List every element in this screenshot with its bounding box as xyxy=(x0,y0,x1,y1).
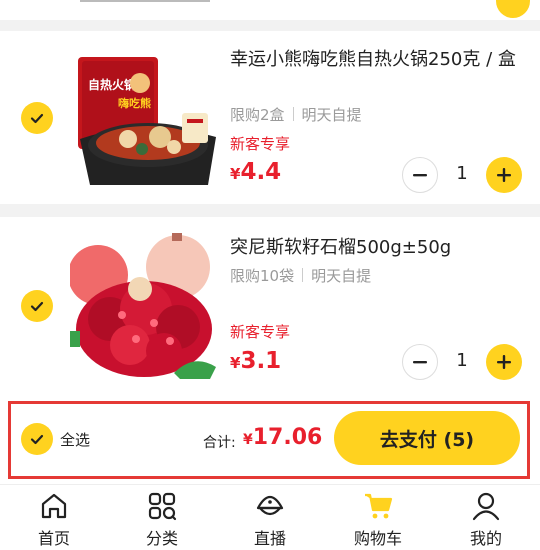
plus-icon xyxy=(497,168,511,182)
hotpot-box-text-1: 自热火锅 xyxy=(88,77,136,92)
select-all-checkbox[interactable] xyxy=(21,423,53,455)
increase-quantity-button[interactable] xyxy=(486,344,522,380)
tab-label: 首页 xyxy=(37,529,70,548)
promo-badge: 新客专享 xyxy=(230,323,291,341)
minus-icon xyxy=(413,361,427,364)
minus-icon xyxy=(413,174,427,177)
price-value: 4.4 xyxy=(240,159,282,185)
delivery-label: 明天自提 xyxy=(301,106,362,124)
category-icon xyxy=(148,492,177,521)
home-icon xyxy=(41,493,67,519)
quantity-value: 1 xyxy=(456,350,468,371)
live-icon xyxy=(256,495,284,516)
tab-cart[interactable]: 购物车 xyxy=(324,485,432,550)
item-tags: 限购2盒 明天自提 xyxy=(230,104,362,125)
decrease-quantity-button[interactable] xyxy=(402,344,438,380)
currency-symbol: ¥ xyxy=(243,432,253,448)
previous-cart-item-partial xyxy=(0,0,540,20)
cart-icon xyxy=(365,493,393,519)
pay-button[interactable]: 去支付 (5) xyxy=(334,411,520,465)
purchase-limit-label: 限购2盒 xyxy=(230,106,285,124)
price-value: 3.1 xyxy=(240,348,282,374)
purchase-limit-label: 限购10袋 xyxy=(230,267,295,285)
increase-quantity-button[interactable] xyxy=(486,157,522,193)
total-label: 合计: xyxy=(203,435,236,451)
item-title[interactable]: 突尼斯软籽石榴500g±50g xyxy=(230,234,520,261)
tag-divider xyxy=(302,268,304,282)
item-price: ¥3.1 xyxy=(230,348,281,374)
tab-home[interactable]: 首页 xyxy=(0,485,108,550)
pomegranate-image[interactable] xyxy=(68,231,218,381)
quantity-stepper: 1 xyxy=(402,344,522,380)
item-select-checkbox[interactable] xyxy=(21,102,53,134)
cart-item: 突尼斯软籽石榴500g±50g 限购10袋 明天自提 新客专享 ¥3.1 1 xyxy=(0,217,540,399)
plus-icon xyxy=(497,355,511,369)
item-tags: 限购10袋 明天自提 xyxy=(230,265,371,286)
currency-symbol: ¥ xyxy=(230,165,241,183)
promo-badge: 新客专享 xyxy=(230,135,291,153)
quantity-value: 1 xyxy=(456,163,468,184)
delivery-label: 明天自提 xyxy=(311,267,372,285)
checkout-bar: 全选 合计: ¥17.06 去支付 (5) xyxy=(0,399,540,484)
decrease-quantity-button[interactable] xyxy=(402,157,438,193)
previous-item-plus-button-partial[interactable] xyxy=(496,0,530,18)
tab-label: 分类 xyxy=(145,529,178,548)
hotpot-box-text-2: 嗨吃熊 xyxy=(118,96,151,110)
item-price: ¥4.4 xyxy=(230,159,281,185)
total-value: 17.06 xyxy=(252,425,323,450)
select-all-label[interactable]: 全选 xyxy=(60,429,90,450)
checkmark-icon xyxy=(30,434,44,445)
bottom-tab-bar: 首页 分类 直播 购物车 我的 xyxy=(0,484,540,550)
profile-icon xyxy=(472,492,500,521)
item-title[interactable]: 幸运小熊嗨吃熊自热火锅250克 / 盒 xyxy=(230,46,520,73)
previous-item-image-edge xyxy=(80,0,210,2)
tab-label: 直播 xyxy=(253,529,286,548)
tab-label: 我的 xyxy=(469,529,502,548)
tab-live[interactable]: 直播 xyxy=(216,485,324,550)
currency-symbol: ¥ xyxy=(230,354,241,372)
total-amount: ¥17.06 xyxy=(243,425,322,450)
hotpot-box-image[interactable]: 自热火锅 嗨吃熊 xyxy=(70,47,218,187)
tag-divider xyxy=(292,107,294,121)
cart-item: 自热火锅 嗨吃熊 幸运小熊嗨吃熊自热火锅250克 / 盒 限购2盒 明天自提 新客… xyxy=(0,31,540,204)
tab-profile[interactable]: 我的 xyxy=(432,485,540,550)
item-select-checkbox[interactable] xyxy=(21,290,53,322)
checkmark-icon xyxy=(30,113,44,124)
tab-category[interactable]: 分类 xyxy=(108,485,216,550)
quantity-stepper: 1 xyxy=(402,157,522,193)
tab-label: 购物车 xyxy=(353,529,402,548)
checkmark-icon xyxy=(30,301,44,312)
